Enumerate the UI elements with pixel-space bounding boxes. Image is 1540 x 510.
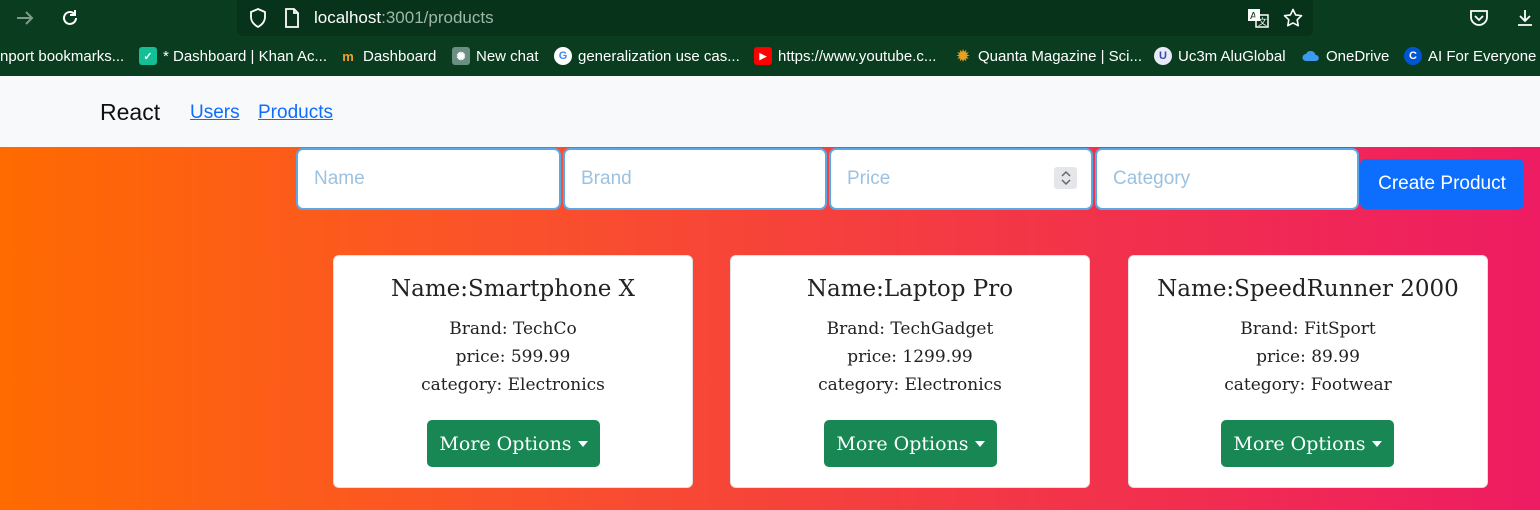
uc3m-icon: U bbox=[1154, 47, 1172, 65]
product-brand: Brand: TechCo bbox=[449, 319, 577, 339]
onedrive-icon bbox=[1302, 47, 1320, 65]
product-name: Name:Smartphone X bbox=[390, 276, 635, 302]
bookmark-label: New chat bbox=[476, 47, 539, 65]
download-icon[interactable] bbox=[1512, 5, 1538, 31]
pocket-icon[interactable] bbox=[1466, 5, 1492, 31]
category-input[interactable] bbox=[1095, 148, 1359, 210]
product-brand: Brand: TechGadget bbox=[826, 319, 994, 339]
coursera-icon: C bbox=[1404, 47, 1422, 65]
bookmark-label: * Dashboard | Khan Ac... bbox=[163, 47, 327, 65]
stepper-arrows-icon bbox=[1060, 170, 1071, 186]
more-options-label: More Options bbox=[836, 432, 969, 455]
product-category: category: Electronics bbox=[421, 375, 605, 395]
bookmark-youtube[interactable]: ▶ https://www.youtube.c... bbox=[754, 46, 936, 66]
bookmarks-bar: nport bookmarks... ✓ * Dashboard | Khan … bbox=[0, 36, 1540, 76]
product-price: price: 599.99 bbox=[455, 347, 571, 367]
bookmark-dashboard[interactable]: m Dashboard bbox=[339, 46, 436, 66]
more-options-button[interactable]: More Options bbox=[824, 420, 997, 467]
more-options-label: More Options bbox=[439, 432, 572, 455]
more-options-button[interactable]: More Options bbox=[427, 420, 600, 467]
star-icon[interactable] bbox=[1280, 5, 1306, 31]
product-category: category: Footwear bbox=[1224, 375, 1392, 395]
caret-down-icon bbox=[974, 440, 985, 447]
bookmark-onedrive[interactable]: OneDrive bbox=[1302, 46, 1389, 66]
price-stepper[interactable] bbox=[1054, 167, 1077, 189]
brand-input[interactable] bbox=[563, 148, 827, 210]
url-host: localhost bbox=[314, 8, 382, 27]
nav-link-products[interactable]: Products bbox=[258, 102, 333, 124]
url-text[interactable]: localhost:3001/products bbox=[314, 8, 494, 28]
chatgpt-icon: ✺ bbox=[452, 47, 470, 65]
bookmark-new-chat[interactable]: ✺ New chat bbox=[452, 46, 539, 66]
navbar-brand[interactable]: React bbox=[100, 99, 160, 126]
dashboard-icon: m bbox=[342, 48, 354, 64]
forward-icon[interactable] bbox=[12, 5, 38, 31]
translate-icon[interactable]: A文 bbox=[1245, 5, 1271, 31]
youtube-icon: ▶ bbox=[754, 47, 772, 65]
bookmark-label: Quanta Magazine | Sci... bbox=[978, 47, 1142, 65]
product-brand: Brand: FitSport bbox=[1240, 319, 1376, 339]
bookmark-label: https://www.youtube.c... bbox=[778, 47, 937, 65]
product-name: Name:SpeedRunner 2000 bbox=[1157, 276, 1459, 302]
bookmark-label: nport bookmarks... bbox=[0, 47, 125, 65]
google-icon: G bbox=[554, 47, 572, 65]
create-product-button[interactable]: Create Product bbox=[1360, 159, 1524, 209]
caret-down-icon bbox=[577, 440, 588, 447]
bookmark-quanta[interactable]: ✹ Quanta Magazine | Sci... bbox=[954, 46, 1142, 66]
bookmark-uc3m[interactable]: U Uc3m AluGlobal bbox=[1154, 46, 1286, 66]
nav-link-users[interactable]: Users bbox=[190, 102, 240, 124]
svg-text:文: 文 bbox=[1258, 16, 1267, 28]
name-input[interactable] bbox=[296, 148, 561, 210]
bookmark-generalization[interactable]: G generalization use cas... bbox=[554, 46, 740, 66]
khan-academy-icon: ✓ bbox=[139, 47, 157, 65]
bookmark-ai-for-everyone[interactable]: C AI For Everyone - bbox=[1404, 46, 1540, 66]
browser-toolbar: localhost:3001/products A文 bbox=[0, 0, 1540, 36]
product-card: Name:SpeedRunner 2000 Brand: FitSport pr… bbox=[1128, 255, 1488, 488]
bookmark-label: AI For Everyone - bbox=[1428, 47, 1540, 65]
product-card: Name:Laptop Pro Brand: TechGadget price:… bbox=[730, 255, 1090, 488]
product-name: Name:Laptop Pro bbox=[806, 276, 1014, 302]
product-card: Name:Smartphone X Brand: TechCo price: 5… bbox=[333, 255, 693, 488]
more-options-label: More Options bbox=[1233, 432, 1366, 455]
bookmark-label: generalization use cas... bbox=[578, 47, 740, 65]
bookmark-label: Dashboard bbox=[363, 47, 437, 65]
shield-icon[interactable] bbox=[245, 5, 271, 31]
products-section: Create Product Name:Smartphone X Brand: … bbox=[0, 147, 1540, 510]
bookmark-import[interactable]: nport bookmarks... bbox=[0, 46, 124, 66]
more-options-button[interactable]: More Options bbox=[1221, 420, 1394, 467]
reload-icon[interactable] bbox=[57, 5, 83, 31]
product-price: price: 89.99 bbox=[1256, 347, 1360, 367]
page-icon[interactable] bbox=[279, 5, 305, 31]
quanta-icon: ✹ bbox=[956, 48, 970, 65]
bookmark-label: OneDrive bbox=[1326, 47, 1390, 65]
bookmark-khan-dashboard[interactable]: ✓ * Dashboard | Khan Ac... bbox=[139, 46, 327, 66]
address-bar[interactable]: localhost:3001/products A文 bbox=[237, 0, 1313, 36]
url-path: :3001/products bbox=[381, 8, 494, 27]
caret-down-icon bbox=[1371, 440, 1382, 447]
bookmark-label: Uc3m AluGlobal bbox=[1178, 47, 1286, 65]
app-navbar: React Users Products bbox=[0, 76, 1540, 147]
product-price: price: 1299.99 bbox=[847, 347, 973, 367]
product-category: category: Electronics bbox=[818, 375, 1002, 395]
